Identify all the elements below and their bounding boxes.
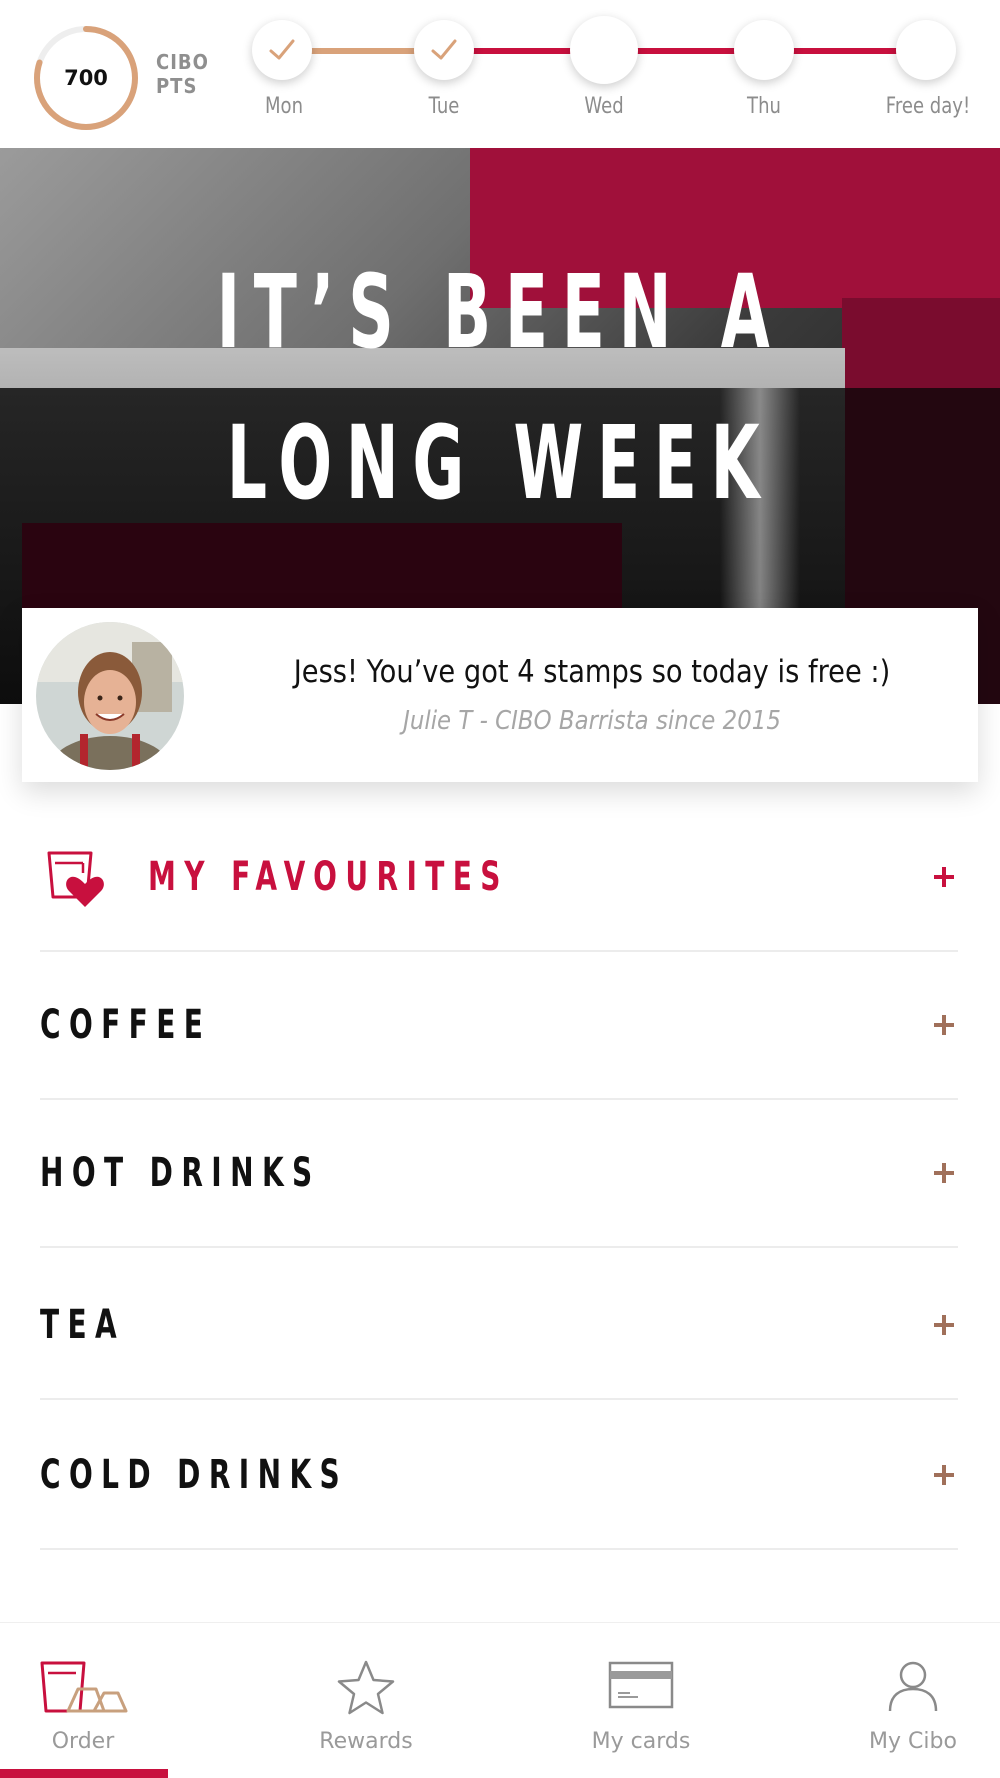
order-icon bbox=[40, 1661, 128, 1713]
bottom-navigation: Order Rewards My cards My Cibo bbox=[0, 1622, 1000, 1778]
top-bar: 700 CIBO PTS Mon Tue Wed Thu Free day! bbox=[0, 0, 1000, 148]
expand-plus-icon[interactable] bbox=[930, 1011, 958, 1039]
menu-label-coffee: COFFEE bbox=[40, 1002, 212, 1048]
expand-plus-icon[interactable] bbox=[930, 1311, 958, 1339]
card-icon bbox=[608, 1661, 674, 1709]
nav-label-my-cards: My cards bbox=[591, 1729, 691, 1754]
day-label-thu: Thu bbox=[747, 94, 781, 119]
day-stamp-mon bbox=[252, 20, 312, 80]
nav-item-order[interactable]: Order bbox=[0, 1623, 183, 1778]
nav-item-my-cibo[interactable]: My Cibo bbox=[813, 1623, 1000, 1778]
day-stamp-free bbox=[896, 20, 956, 80]
day-label-wed: Wed bbox=[584, 94, 624, 119]
check-icon bbox=[431, 39, 457, 60]
menu-label-favourites: MY FAVOURITES bbox=[148, 854, 509, 900]
hero-title-line-2: LONG WEEK bbox=[226, 404, 774, 523]
cup-heart-icon bbox=[47, 851, 104, 907]
day-stamp-thu bbox=[734, 20, 794, 80]
menu-label-hot-drinks: HOT DRINKS bbox=[40, 1150, 321, 1196]
barista-avatar-icon bbox=[36, 622, 184, 770]
menu-row-coffee[interactable]: COFFEE bbox=[40, 952, 958, 1100]
day-stamp-tue bbox=[414, 20, 474, 80]
check-icon bbox=[269, 39, 295, 60]
day-label-free-day: Free day! bbox=[885, 94, 971, 119]
nav-item-rewards[interactable]: Rewards bbox=[266, 1623, 466, 1778]
week-stamp-track: Mon Tue Wed Thu Free day! bbox=[0, 0, 1000, 148]
menu-row-favourites[interactable]: MY FAVOURITES bbox=[40, 804, 958, 952]
nav-label-rewards: Rewards bbox=[319, 1729, 413, 1754]
day-stamp-wed bbox=[570, 16, 638, 84]
day-label-tue: Tue bbox=[428, 94, 460, 119]
menu-label-tea: TEA bbox=[40, 1302, 126, 1348]
menu-row-hot-drinks[interactable]: HOT DRINKS bbox=[40, 1100, 958, 1248]
menu-row-tea[interactable]: TEA bbox=[40, 1252, 958, 1400]
hero-title-line-1: IT’S BEEN A bbox=[216, 253, 784, 372]
expand-plus-icon[interactable] bbox=[930, 1461, 958, 1489]
expand-plus-icon[interactable] bbox=[930, 863, 958, 891]
nav-item-my-cards[interactable]: My cards bbox=[541, 1623, 741, 1778]
barista-message-card: Jess! You’ve got 4 stamps so today is fr… bbox=[22, 608, 978, 782]
menu-label-cold-drinks: COLD DRINKS bbox=[40, 1452, 349, 1498]
day-label-mon: Mon bbox=[264, 94, 304, 119]
nav-label-order: Order bbox=[51, 1729, 115, 1754]
expand-plus-icon[interactable] bbox=[930, 1159, 958, 1187]
person-icon bbox=[888, 1661, 938, 1712]
menu-row-cold-drinks[interactable]: COLD DRINKS bbox=[40, 1402, 958, 1550]
barista-message: Jess! You’ve got 4 stamps so today is fr… bbox=[293, 654, 891, 690]
nav-label-my-cibo: My Cibo bbox=[869, 1729, 957, 1754]
barista-avatar bbox=[36, 622, 184, 770]
barista-attribution: Julie T - CIBO Barrista since 2015 bbox=[403, 706, 781, 736]
nav-active-indicator bbox=[0, 1769, 168, 1778]
star-icon bbox=[337, 1660, 395, 1715]
